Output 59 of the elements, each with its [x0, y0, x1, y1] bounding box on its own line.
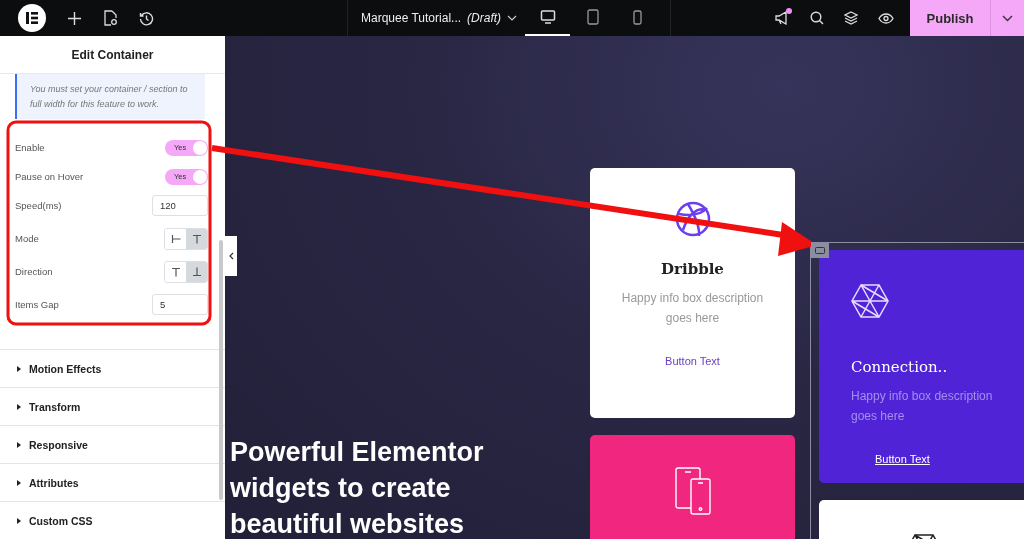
caret-icon: [17, 479, 22, 486]
search-button[interactable]: [810, 11, 824, 25]
choice-option[interactable]: [186, 228, 207, 249]
hero-heading: Powerful Elementor widgets to create beautiful websites: [230, 436, 485, 539]
notice-text: You must set your container / section to full width for this feature to work.: [15, 74, 205, 119]
add-button[interactable]: [68, 11, 81, 25]
page-settings-button[interactable]: [103, 10, 117, 26]
hexagon-network-icon: [851, 282, 889, 320]
basketball-icon: [673, 200, 712, 238]
control-label: Pause on Hover: [15, 171, 84, 182]
align-top-icon: [191, 233, 202, 244]
container-handle[interactable]: [811, 242, 829, 258]
logo-icon: [25, 11, 39, 25]
layers-button[interactable]: [844, 11, 858, 25]
caret-icon: [17, 517, 22, 524]
caret-icon: [17, 441, 22, 448]
card-button[interactable]: Button Text: [659, 354, 726, 368]
align-left-icon: [170, 233, 181, 244]
preview-button[interactable]: [878, 12, 894, 24]
collapse-panel-button[interactable]: [225, 236, 237, 276]
number-field[interactable]: 5: [152, 294, 208, 315]
mobile-icon: [633, 9, 642, 25]
card-title: Connection..: [851, 358, 948, 376]
caret-icon: [17, 403, 22, 410]
control-label: Items Gap: [15, 299, 59, 310]
logo-button[interactable]: [18, 4, 46, 32]
document-gear-icon: [103, 10, 117, 26]
card-description: Happy info box description goes here: [851, 388, 994, 425]
control-label: Direction: [15, 266, 53, 277]
card-title: Dribble: [661, 260, 724, 278]
whats-new-button[interactable]: [774, 11, 790, 25]
card-button[interactable]: Button Text: [869, 452, 936, 466]
choice-option[interactable]: [186, 261, 207, 282]
plus-icon: [68, 11, 81, 25]
megaphone-icon: [774, 11, 790, 25]
panel-title: Edit Container: [71, 47, 154, 62]
caret-icon: [17, 365, 22, 372]
desktop-icon: [539, 10, 556, 24]
scrollbar[interactable]: [219, 240, 223, 500]
eye-icon: [878, 12, 894, 24]
tablet-icon: [586, 9, 599, 25]
history-icon: [139, 10, 154, 26]
control-label: Enable: [15, 142, 45, 153]
align-bottom-icon: [191, 266, 202, 277]
layers-icon: [844, 11, 858, 25]
chevron-left-icon: [228, 252, 234, 260]
control-label: Speed(ms): [15, 200, 62, 211]
chevron-down-icon: [507, 15, 518, 21]
chevron-down-icon: [1002, 14, 1013, 22]
devices-icon: [674, 467, 711, 515]
search-icon: [810, 11, 824, 25]
history-button[interactable]: [139, 10, 154, 26]
document-title-menu[interactable]: Marquee Tutorial... (Draft): [348, 10, 538, 26]
number-field[interactable]: 120: [152, 195, 208, 216]
publish-button[interactable]: Publish: [910, 0, 990, 36]
align-top-icon: [170, 266, 181, 277]
control-label: Mode: [15, 233, 39, 244]
container-icon: [815, 246, 825, 254]
card-description: Happy info box description goes here: [620, 290, 765, 327]
